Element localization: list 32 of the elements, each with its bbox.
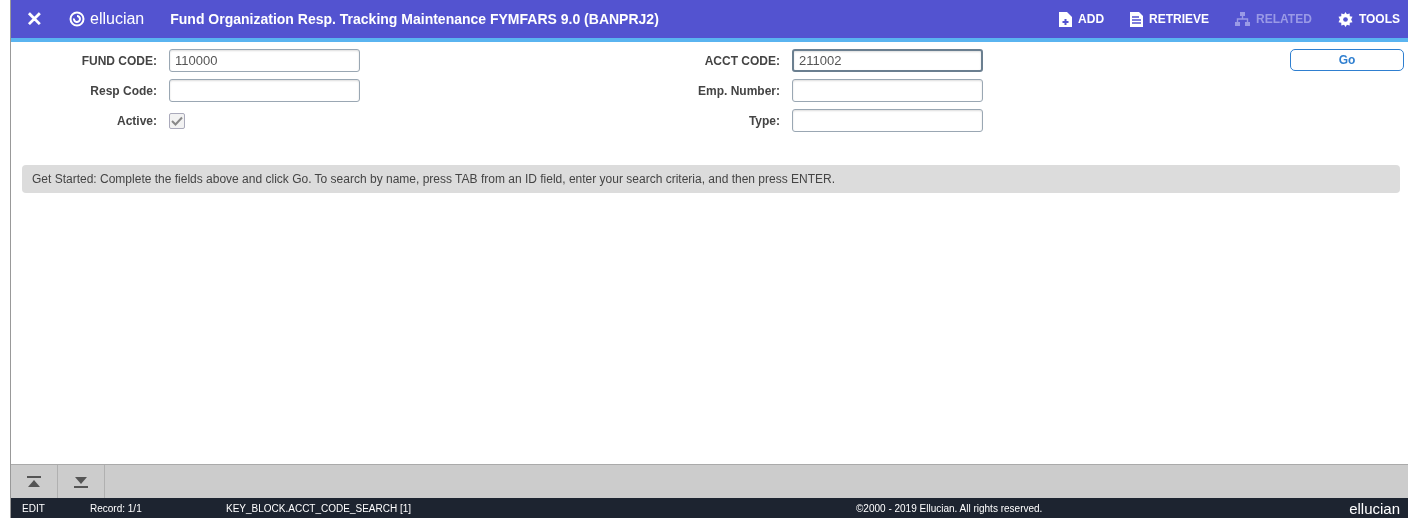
input-field[interactable]	[792, 109, 983, 132]
skip-down-icon	[74, 475, 88, 488]
go-button[interactable]: Go	[1290, 49, 1404, 71]
input-field[interactable]	[792, 79, 983, 102]
record-status: Record: 1/1	[90, 502, 143, 514]
gear-icon	[1337, 11, 1353, 27]
field-label: Emp. Number:	[697, 83, 780, 98]
input-field[interactable]: 211002	[792, 49, 983, 72]
field-label: Resp Code:	[89, 83, 157, 98]
document-icon	[1130, 11, 1144, 27]
copyright-text: ©2000 - 2019 Ellucian. All rights reserved.	[856, 502, 1044, 514]
field-label: FUND CODE:	[80, 53, 157, 68]
logo-icon	[69, 11, 85, 27]
hierarchy-icon	[1235, 11, 1251, 27]
close-button[interactable]: ✕	[11, 7, 57, 31]
block-status: KEY_BLOCK.ACCT_CODE_SEARCH [1]	[226, 502, 413, 514]
toolbar-button[interactable]: ADD	[1059, 11, 1105, 27]
page-title: Fund Organization Resp. Tracking Maintenance FYMFARS 9.0 (BANPRJ2)	[170, 11, 659, 27]
message-bar: Get Started: Complete the fields above and click Go. To search by name, press TAB from an ID field, enter your search criteria, and then press ENTER.	[22, 165, 1400, 193]
logo-text: ellucian	[90, 10, 145, 28]
input-field[interactable]: 110000	[169, 49, 360, 72]
field-label: Active:	[116, 113, 157, 128]
field-label: ACCT CODE:	[703, 53, 780, 68]
field-label: Type:	[747, 113, 780, 128]
add-document-icon	[1059, 11, 1073, 27]
toolbar-button[interactable]: TOOLS	[1337, 11, 1400, 27]
input-field[interactable]	[169, 79, 360, 102]
brand-logo: ellucian	[1349, 499, 1400, 517]
checkbox[interactable]	[169, 112, 185, 129]
mode-status: EDIT	[22, 502, 46, 514]
toolbar-button[interactable]: RETRIEVE	[1130, 11, 1210, 27]
skip-up-icon	[27, 475, 41, 488]
